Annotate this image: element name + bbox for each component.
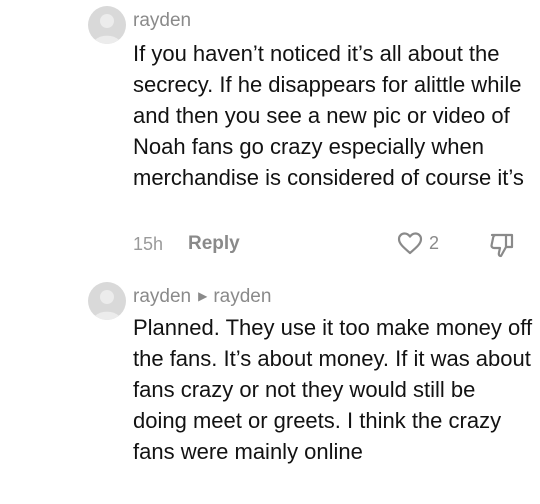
- comment-username[interactable]: rayden: [133, 10, 191, 32]
- dislike-button[interactable]: [488, 232, 516, 263]
- thumbs-down-icon: [490, 233, 514, 258]
- comment-text: Planned. They use it too make money off …: [133, 315, 533, 464]
- user-avatar[interactable]: [88, 6, 126, 44]
- default-avatar-icon: [93, 290, 121, 320]
- reply-button[interactable]: Reply: [188, 233, 240, 255]
- default-avatar-icon: [93, 14, 121, 44]
- user-avatar[interactable]: [88, 282, 126, 320]
- like-count: 2: [429, 232, 440, 253]
- heart-outline-icon: [397, 232, 423, 255]
- reply-to-username-link[interactable]: rayden: [213, 286, 271, 307]
- comment-timestamp: 15h: [133, 234, 164, 254]
- comment-text: If you haven’t noticed it’s all about th…: [133, 41, 524, 190]
- caret-right-icon: ▶: [198, 289, 208, 303]
- username-link[interactable]: rayden: [133, 10, 191, 31]
- like-button[interactable]: 2: [397, 231, 439, 255]
- comment-username: rayden ▶ rayden: [133, 285, 271, 308]
- username-link[interactable]: rayden: [133, 286, 191, 307]
